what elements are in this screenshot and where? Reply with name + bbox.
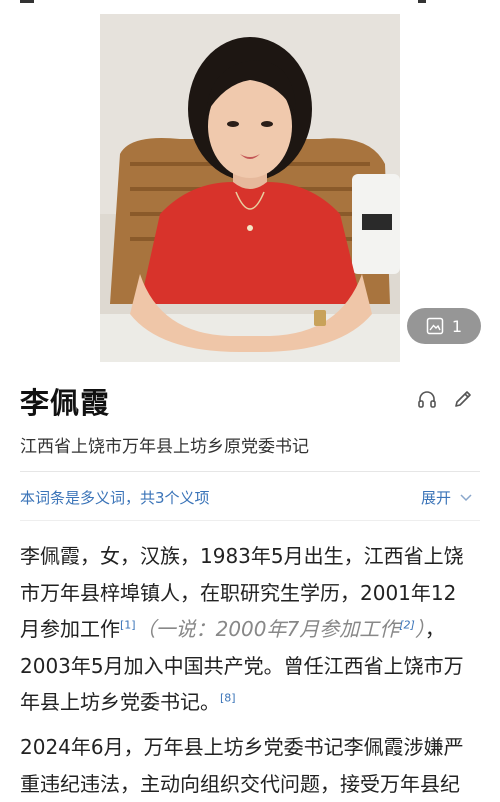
intro-line: 李佩霞，女，汉族，1983年5月出生，江西省上饶 xyxy=(20,538,482,575)
chevron-down-icon xyxy=(459,493,473,503)
intro-line: 市万年县梓埠镇人，在职研究生学历，2001年12 xyxy=(20,575,482,612)
status-strip xyxy=(0,0,500,8)
gallery-button[interactable]: 1 xyxy=(407,308,481,344)
intro-line: 2003年5月加入中国共产党。曾任江西省上饶市万 xyxy=(20,648,482,685)
paragraph-line: 重违纪违法，主动向组织交代问题，接受万年县纪 xyxy=(20,766,482,802)
alternate-date-text: （一说：2000年7月参加工作 xyxy=(136,617,400,641)
paragraph-line: 2024年6月，万年县上坊乡党委书记李佩霞涉嫌严 xyxy=(20,729,482,766)
entry-subtitle: 江西省上饶市万年县上坊乡原党委书记 xyxy=(20,432,309,457)
intro-text: ， xyxy=(425,617,445,641)
citation-link[interactable]: [8] xyxy=(220,691,236,704)
intro-text: 年县上坊乡党委书记。 xyxy=(20,690,220,714)
divider xyxy=(20,520,480,521)
polysemy-notice-link[interactable]: 本词条是多义词，共3个义项 xyxy=(20,487,210,508)
intro-line: 年县上坊乡党委书记。[8] xyxy=(20,684,482,721)
divider xyxy=(20,471,480,472)
intro-line: 月参加工作[1]（一说：2000年7月参加工作[2]）， xyxy=(20,611,482,648)
portrait-illustration xyxy=(100,14,400,362)
gallery-count: 1 xyxy=(452,317,462,336)
intro-text: 月参加工作 xyxy=(20,617,120,641)
status-mark-right xyxy=(418,0,426,3)
headphones-icon[interactable] xyxy=(416,388,438,410)
alternate-date-note: （一说：2000年7月参加工作[2]） xyxy=(136,617,425,641)
title-actions xyxy=(416,388,474,410)
citation-link[interactable]: [2] xyxy=(399,618,415,631)
status-mark-left xyxy=(20,0,34,3)
portrait-photo[interactable] xyxy=(100,14,400,362)
citation-link[interactable]: [1] xyxy=(120,618,136,631)
intro-paragraph: 李佩霞，女，汉族，1983年5月出生，江西省上饶 市万年县梓埠镇人，在职研究生学… xyxy=(20,538,482,721)
second-paragraph: 2024年6月，万年县上坊乡党委书记李佩霞涉嫌严 重违纪违法，主动向组织交代问题… xyxy=(20,729,482,802)
entry-title: 李佩霞 xyxy=(20,380,110,422)
edit-pencil-icon[interactable] xyxy=(452,388,474,410)
alternate-date-close: ） xyxy=(415,617,425,641)
expand-button[interactable]: 展开 xyxy=(421,487,473,508)
expand-label: 展开 xyxy=(421,487,451,508)
image-gallery-icon xyxy=(426,317,444,335)
